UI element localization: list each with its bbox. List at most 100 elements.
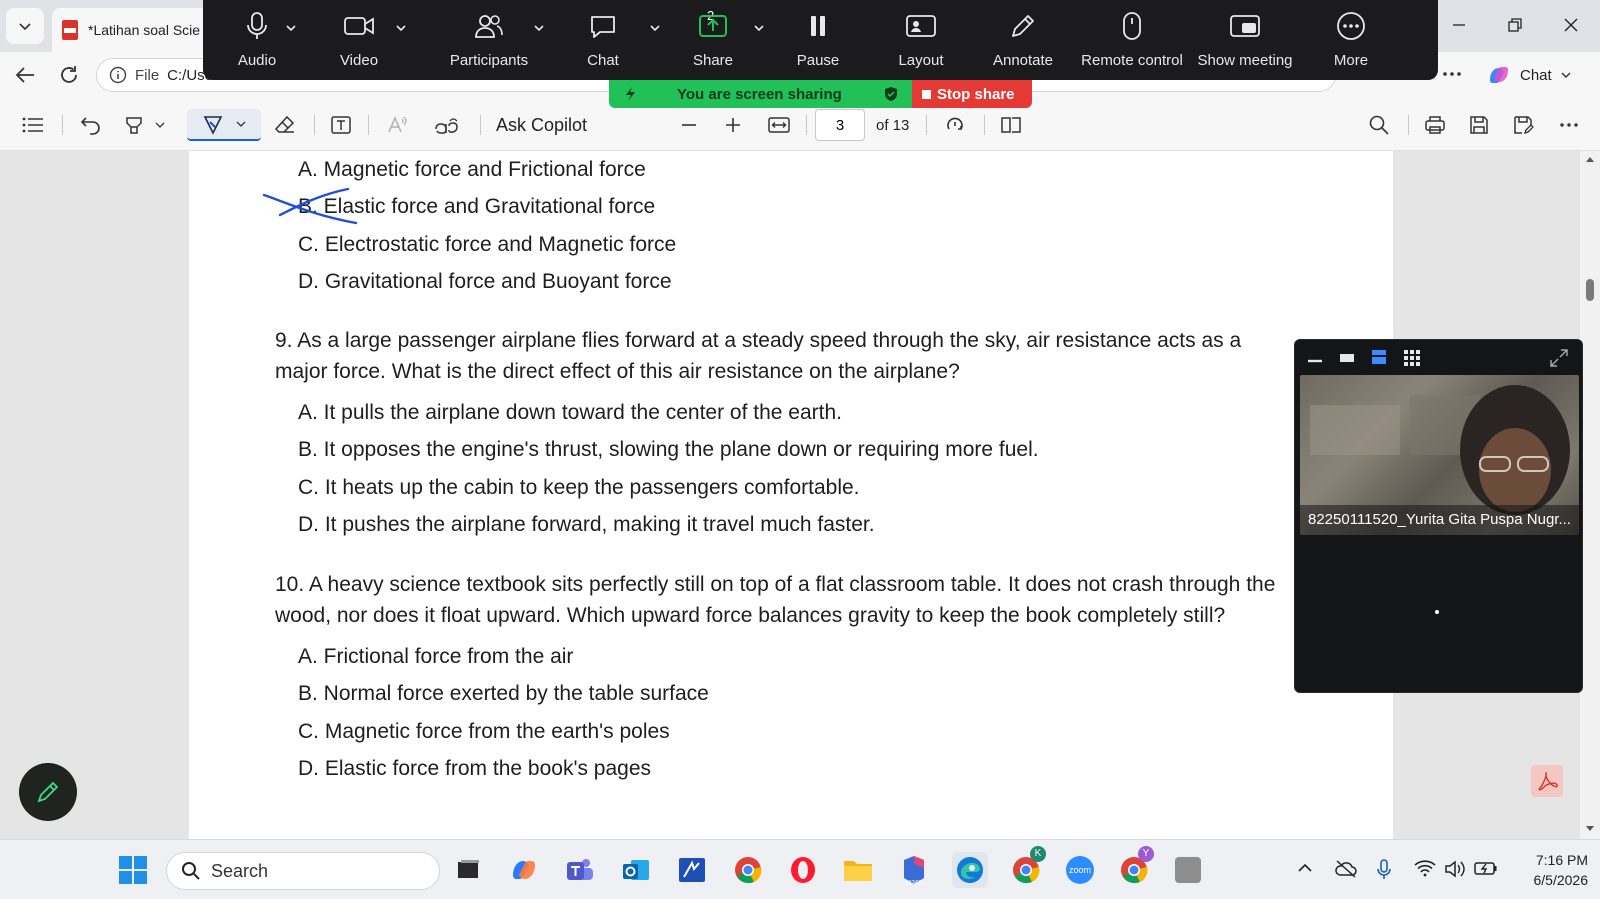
save-icon [1470,116,1488,134]
fit-width-button[interactable] [764,109,794,141]
chat-bubble-icon [591,16,615,38]
file-explorer-button[interactable] [840,852,876,888]
vertical-scrollbar[interactable] [1580,151,1600,839]
zoom-in-button[interactable] [718,109,748,141]
scroll-down-icon[interactable] [1585,825,1595,833]
rotate-button[interactable] [940,109,970,141]
find-button[interactable] [1364,109,1394,141]
participants-button[interactable]: Participants [441,0,537,80]
save-as-icon [1514,116,1534,135]
scroll-up-icon[interactable] [1585,155,1595,163]
taskbar-search-box[interactable]: Search [166,852,440,890]
chevron-up-icon[interactable] [1296,859,1314,877]
restore-button[interactable] [1492,6,1538,44]
ask-copilot-button[interactable]: Ask Copilot [496,109,596,141]
chevron-down-icon[interactable] [533,22,545,34]
more-button[interactable]: More [1323,0,1379,80]
chrome-profile-k-button[interactable]: K [1008,846,1046,888]
read-aloud-button[interactable] [382,109,412,141]
translate-button[interactable] [430,109,464,141]
minimize-button[interactable] [1436,6,1482,44]
zoom-app-label: zoom [1068,865,1091,875]
print-button[interactable] [1420,109,1450,141]
add-text-button[interactable] [326,109,356,141]
outlook-app-button[interactable] [618,852,654,888]
chrome-app-button[interactable] [730,852,766,888]
layout-label: Layout [898,52,944,69]
refresh-button[interactable] [56,62,82,88]
minus-icon [682,124,696,126]
edge-app-button[interactable] [952,852,988,888]
draw-tool[interactable] [187,109,261,141]
scroll-thumb[interactable] [1586,279,1594,301]
contents-button[interactable] [18,109,48,141]
highlight-tool[interactable] [118,109,170,141]
chevron-down-icon[interactable] [753,22,765,34]
remote-control-button[interactable]: Remote control [1077,0,1187,80]
stop-share-button[interactable]: Stop share [912,80,1032,108]
expand-video-button[interactable] [1549,348,1569,368]
more-browser-button[interactable] [1440,62,1464,86]
microphone-icon[interactable] [1376,859,1392,881]
pdf-page: A. Magnetic force and Frictional force B… [189,151,1393,839]
chevron-down-icon[interactable] [649,22,661,34]
save-button[interactable] [1464,109,1494,141]
show-meeting-button[interactable]: Show meeting [1193,0,1297,80]
eraser-button[interactable] [270,109,300,141]
generic-app-button[interactable] [1170,852,1206,888]
screen-sharing-banner[interactable]: You are screen sharing [609,80,912,108]
browser-tab-active[interactable]: *Latihan soal Scie [52,8,212,52]
participant-video-panel[interactable]: 82250111520_Yurita Gita Puspa Nugr... [1294,339,1583,693]
share-button[interactable]: Share [685,0,741,80]
stop-share-label: Stop share [937,85,1015,103]
participants-icon [475,15,503,38]
share-screen-icon [699,15,727,37]
chevron-down-icon[interactable] [395,22,407,34]
annotate-button[interactable]: Annotate [985,0,1061,80]
opera-app-button[interactable] [785,852,821,888]
tab-list-button[interactable] [6,8,44,44]
pause-share-button[interactable]: Pause [790,0,846,80]
teams-app-button[interactable] [562,852,598,888]
video-button[interactable]: Video [331,0,387,80]
remote-control-label: Remote control [1081,52,1183,69]
back-button[interactable] [12,62,38,88]
cloud-offline-icon[interactable] [1334,859,1358,879]
undo-icon [80,117,100,135]
battery-charging-icon[interactable] [1474,859,1498,877]
close-window-button[interactable] [1548,6,1594,44]
toolbar-divider [1408,115,1409,135]
question-9-option-b: B. It opposes the engine's thrust, slowi… [298,438,1039,461]
minimize-video-button[interactable] [1307,352,1323,364]
volume-icon[interactable] [1444,859,1466,879]
system-clock[interactable]: 7:16 PM 6/5/2026 [1508,850,1589,890]
zoom-app-button[interactable]: zoom [1062,852,1098,888]
start-button[interactable] [115,852,151,888]
speaker-view-button[interactable] [1371,349,1387,365]
search-icon [182,862,200,880]
layout-button[interactable]: Layout [893,0,949,80]
eraser-icon [274,115,295,133]
draw-floating-button[interactable] [19,763,77,821]
copilot-chat-button[interactable]: Chat [1474,58,1592,92]
ink-cross-annotation[interactable] [262,187,358,229]
whiteboard-app-button[interactable] [674,852,710,888]
page-view-button[interactable] [996,109,1026,141]
chevron-down-icon[interactable] [285,22,297,34]
save-as-button[interactable] [1508,109,1538,141]
toolbar-divider [984,115,985,135]
chat-button[interactable]: Chat [575,0,631,80]
audio-button[interactable]: Audio [229,0,285,80]
copilot-app-button[interactable] [506,852,542,888]
more-options-button[interactable] [1554,109,1584,141]
chrome-profile-y-button[interactable]: Y [1116,846,1154,888]
zoom-out-button[interactable] [674,109,704,141]
acrobat-button[interactable] [1531,765,1563,797]
undo-button[interactable] [76,109,106,141]
app-window-icon [1175,857,1201,883]
hide-video-button[interactable] [1339,352,1355,364]
page-number-input[interactable] [815,109,865,141]
task-view-button[interactable] [450,852,486,888]
wifi-icon[interactable] [1414,859,1436,877]
gallery-view-button[interactable] [1403,349,1421,367]
